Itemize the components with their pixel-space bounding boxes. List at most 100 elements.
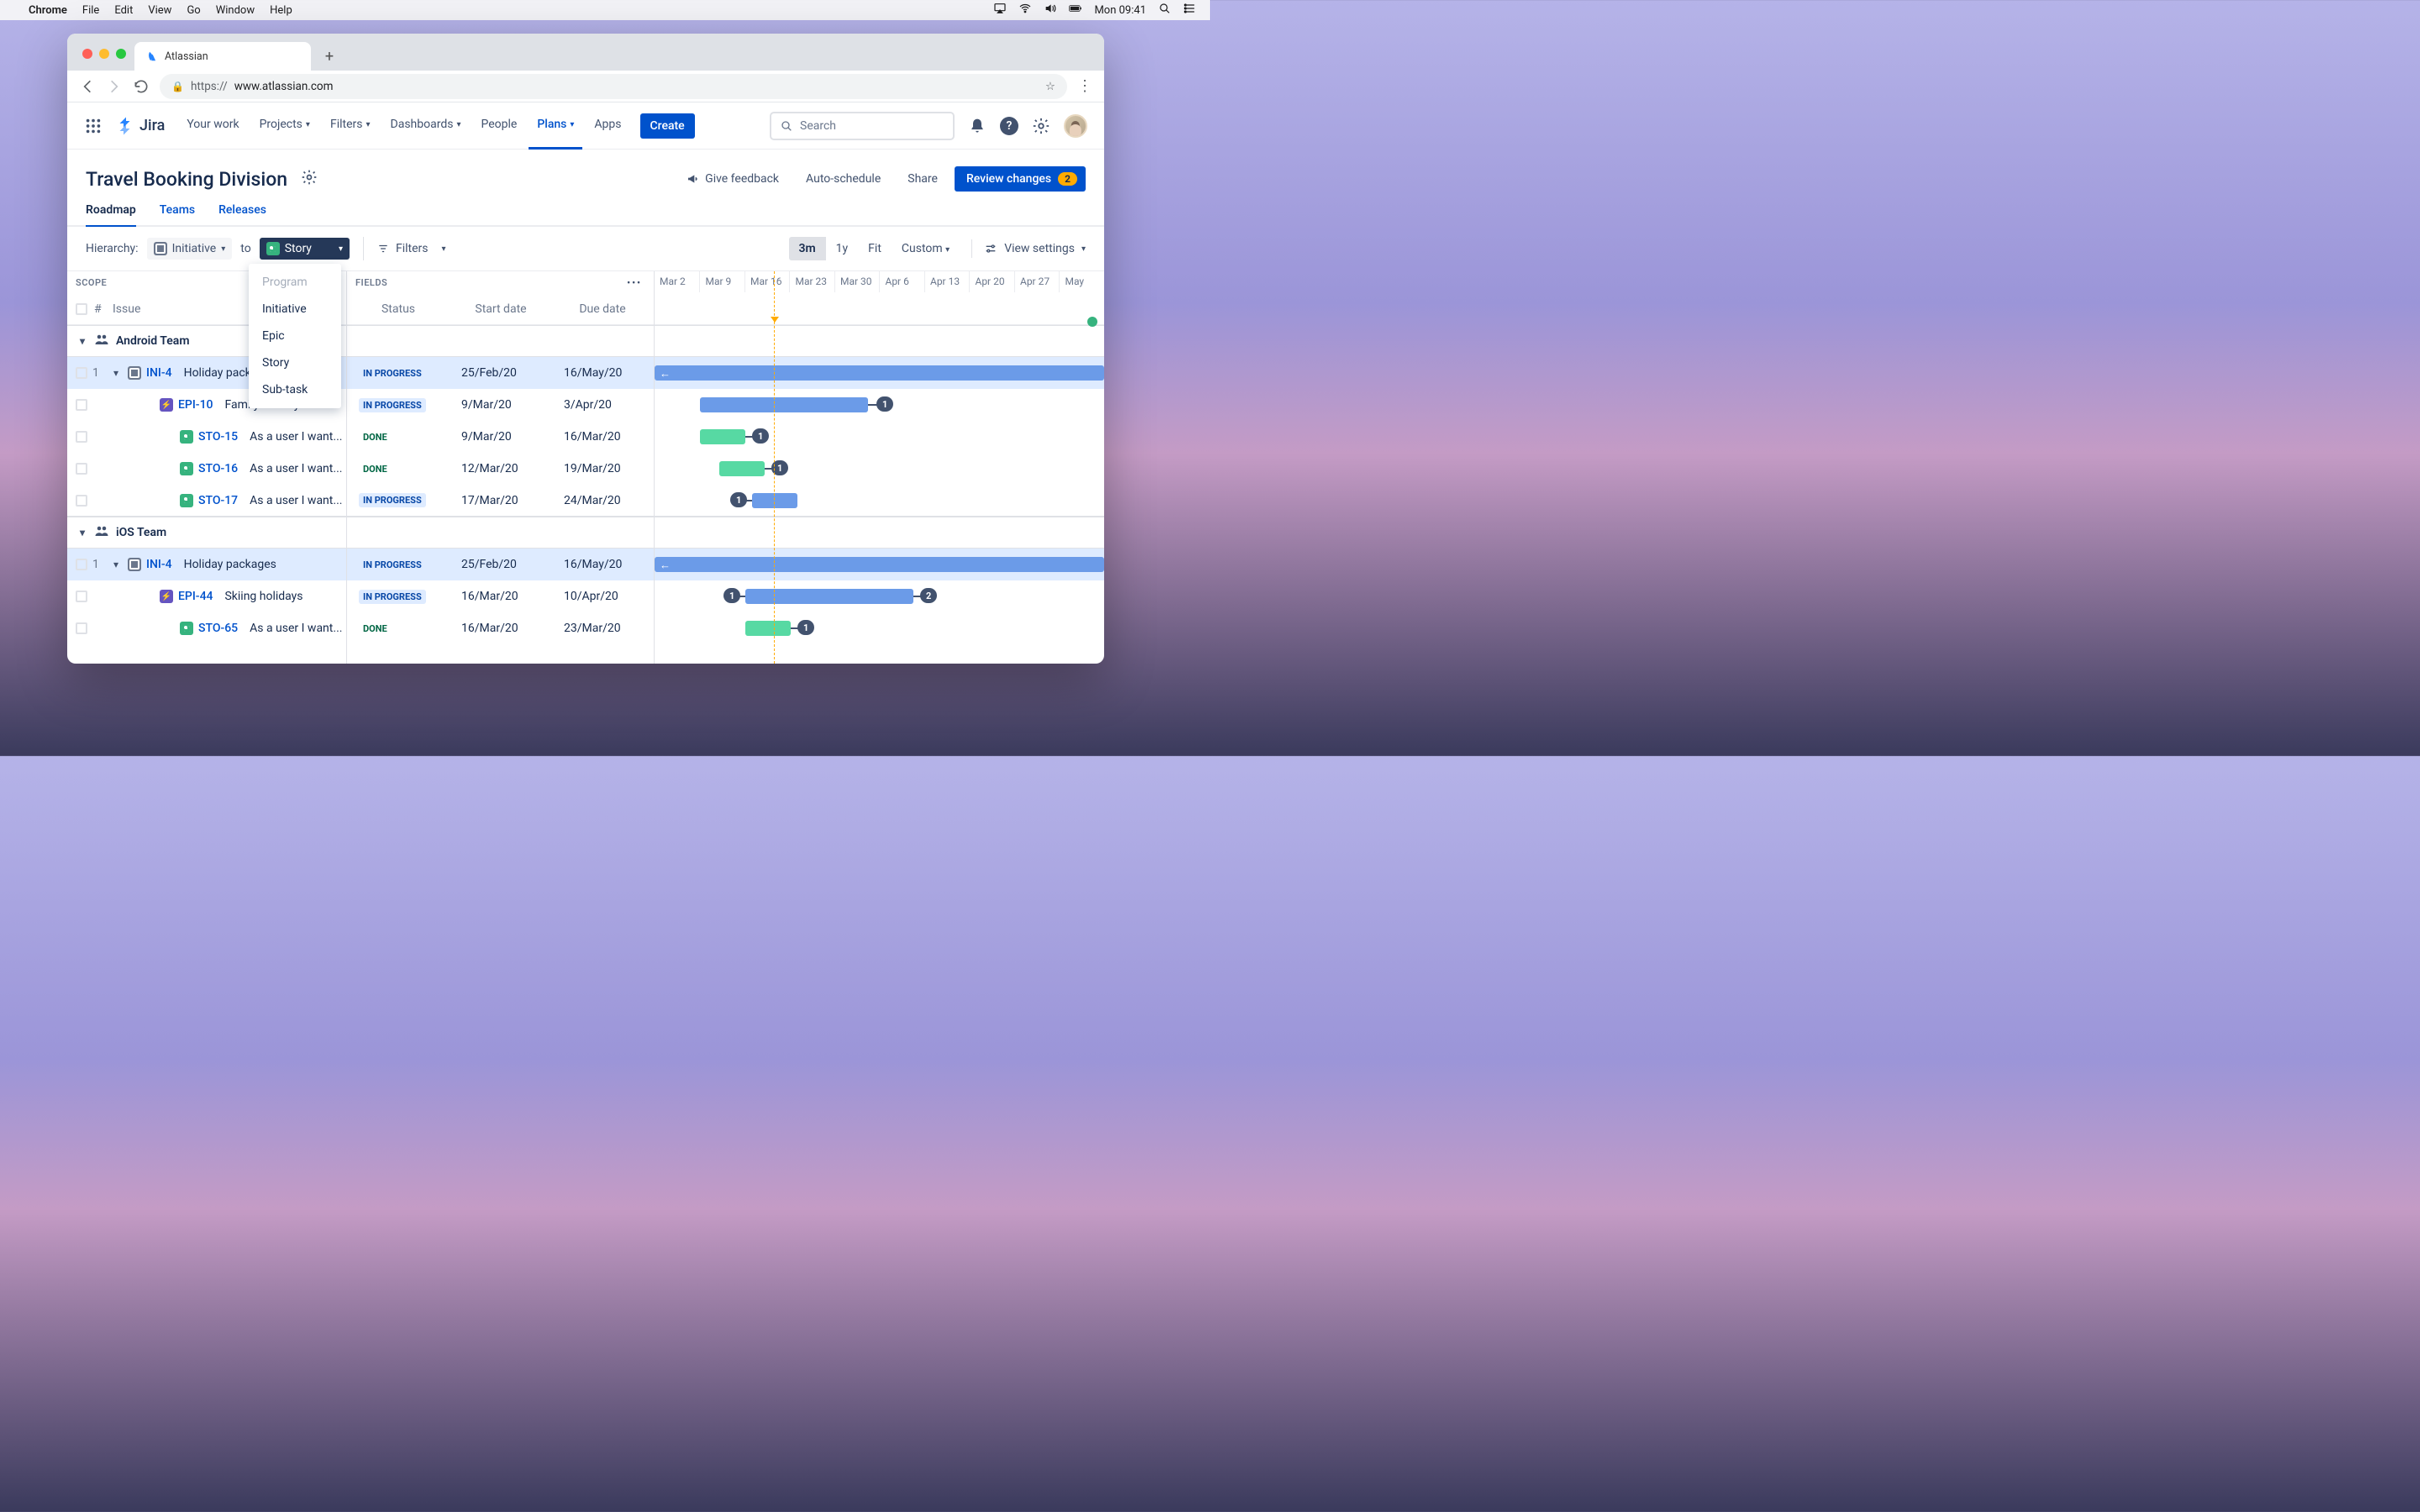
dropdown-item-story[interactable]: Story — [249, 349, 341, 376]
zoom-fit[interactable]: Fit — [858, 237, 892, 260]
airplay-icon[interactable] — [993, 2, 1007, 18]
timeline-bar[interactable] — [745, 589, 913, 604]
issue-key[interactable]: STO-16 — [198, 462, 238, 475]
due-date-cell[interactable]: 3/Apr/20 — [552, 398, 653, 412]
bookmark-star-icon[interactable]: ☆ — [1045, 80, 1055, 93]
issue-key[interactable]: STO-15 — [198, 430, 238, 444]
issue-key[interactable]: EPI-10 — [178, 398, 213, 412]
auto-schedule-button[interactable]: Auto-schedule — [796, 166, 891, 192]
issue-key[interactable]: STO-65 — [198, 622, 238, 635]
team-row-ios[interactable]: ▾ iOS Team — [67, 517, 346, 549]
start-date-cell[interactable]: 9/Mar/20 — [450, 398, 552, 412]
nav-people[interactable]: People — [472, 102, 525, 150]
due-date-cell[interactable]: 16/May/20 — [552, 366, 653, 380]
row-checkbox[interactable] — [76, 591, 87, 602]
menu-edit[interactable]: Edit — [114, 4, 133, 17]
start-date-cell[interactable]: 12/Mar/20 — [450, 462, 552, 475]
status-badge[interactable]: IN PROGRESS — [359, 558, 426, 572]
status-badge[interactable]: DONE — [359, 430, 392, 444]
zoom-3m[interactable]: 3m — [789, 237, 826, 260]
due-date-cell[interactable]: 16/Mar/20 — [552, 430, 653, 444]
status-badge[interactable]: IN PROGRESS — [359, 398, 426, 412]
battery-icon[interactable] — [1069, 2, 1082, 18]
issue-row[interactable]: EPI-44 Skiing holidays — [67, 580, 346, 612]
user-avatar[interactable] — [1064, 114, 1087, 138]
nav-apps[interactable]: Apps — [586, 102, 629, 150]
status-badge[interactable]: IN PROGRESS — [359, 590, 426, 604]
nav-projects[interactable]: Projects▾ — [251, 102, 318, 150]
app-switcher-icon[interactable] — [84, 117, 103, 135]
start-date-cell[interactable]: 16/Mar/20 — [450, 622, 552, 635]
hierarchy-to-select[interactable]: Story ▾ — [260, 238, 350, 260]
help-icon[interactable]: ? — [1000, 117, 1018, 135]
search-input[interactable]: Search — [770, 112, 955, 140]
url-input[interactable]: 🔒 https://www.atlassian.com ☆ — [160, 74, 1067, 99]
new-tab-button[interactable]: + — [318, 45, 341, 68]
issue-row[interactable]: STO-16 As a user I want... — [67, 453, 346, 485]
row-checkbox[interactable] — [76, 367, 87, 379]
start-date-cell[interactable]: 9/Mar/20 — [450, 430, 552, 444]
zoom-custom[interactable]: Custom ▾ — [892, 237, 960, 260]
nav-your-work[interactable]: Your work — [178, 102, 247, 150]
dependency-badge[interactable]: 1 — [752, 428, 769, 444]
timeline-bar[interactable] — [745, 621, 791, 636]
volume-icon[interactable] — [1044, 2, 1057, 18]
select-all-checkbox[interactable] — [76, 303, 87, 315]
tab-roadmap[interactable]: Roadmap — [86, 203, 136, 227]
reload-button[interactable] — [133, 78, 150, 95]
due-date-cell[interactable]: 19/Mar/20 — [552, 462, 653, 475]
browser-tab[interactable]: Atlassian — [134, 42, 311, 71]
settings-gear-icon[interactable] — [1030, 115, 1052, 137]
view-settings-button[interactable]: View settings ▾ — [984, 242, 1086, 255]
dropdown-item-program[interactable]: Program — [249, 269, 341, 296]
hierarchy-from-select[interactable]: Initiative ▾ — [147, 238, 233, 260]
fields-more-button[interactable]: ••• — [627, 277, 642, 288]
due-date-cell[interactable]: 10/Apr/20 — [552, 590, 653, 603]
nav-filters[interactable]: Filters▾ — [322, 102, 379, 150]
dropdown-item-subtask[interactable]: Sub-task — [249, 376, 341, 403]
row-checkbox[interactable] — [76, 495, 87, 507]
due-date-cell[interactable]: 23/Mar/20 — [552, 622, 653, 635]
expand-icon[interactable]: ▾ — [109, 559, 123, 570]
control-center-icon[interactable] — [1183, 2, 1197, 18]
dependency-badge[interactable]: 2 — [920, 588, 937, 603]
status-badge[interactable]: DONE — [359, 462, 392, 476]
issue-key[interactable]: INI-4 — [146, 366, 172, 380]
notifications-icon[interactable] — [966, 115, 988, 137]
row-checkbox[interactable] — [76, 431, 87, 443]
dropdown-item-initiative[interactable]: Initiative — [249, 296, 341, 323]
issue-row[interactable]: STO-65 As a user I want... — [67, 612, 346, 644]
menu-help[interactable]: Help — [270, 4, 292, 17]
jira-logo[interactable]: Jira — [116, 116, 165, 136]
issue-key[interactable]: INI-4 — [146, 558, 172, 571]
status-badge[interactable]: IN PROGRESS — [359, 493, 426, 507]
row-checkbox[interactable] — [76, 559, 87, 570]
menu-file[interactable]: File — [82, 4, 99, 17]
timeline-bar[interactable] — [752, 493, 797, 508]
issue-key[interactable]: EPI-44 — [178, 590, 213, 603]
plan-settings-icon[interactable] — [301, 169, 318, 189]
minimize-window-icon[interactable] — [99, 49, 109, 59]
spotlight-icon[interactable] — [1158, 2, 1171, 18]
timeline-bar[interactable] — [700, 429, 745, 444]
row-checkbox[interactable] — [76, 399, 87, 411]
timeline-bar[interactable]: ← — [655, 557, 1104, 572]
issue-row[interactable]: 1 ▾ INI-4 Holiday packages — [67, 549, 346, 580]
issue-row[interactable]: STO-17 As a user I want... — [67, 485, 346, 517]
due-date-cell[interactable]: 16/May/20 — [552, 558, 653, 571]
start-date-cell[interactable]: 25/Feb/20 — [450, 558, 552, 571]
nav-plans[interactable]: Plans▾ — [529, 102, 582, 150]
filters-button[interactable]: Filters ▾ — [363, 237, 455, 260]
timeline-bar[interactable]: ← — [655, 365, 1104, 381]
menu-go[interactable]: Go — [187, 4, 200, 17]
menubar-clock[interactable]: Mon 09:41 — [1094, 4, 1146, 17]
issue-key[interactable]: STO-17 — [198, 494, 238, 507]
expand-icon[interactable]: ▾ — [76, 335, 89, 347]
browser-menu-button[interactable]: ⋮ — [1077, 77, 1092, 95]
timeline-bar[interactable] — [700, 397, 868, 412]
expand-icon[interactable]: ▾ — [76, 527, 89, 538]
status-badge[interactable]: DONE — [359, 622, 392, 636]
dropdown-item-epic[interactable]: Epic — [249, 323, 341, 349]
fullscreen-window-icon[interactable] — [116, 49, 126, 59]
give-feedback-button[interactable]: Give feedback — [676, 166, 789, 192]
